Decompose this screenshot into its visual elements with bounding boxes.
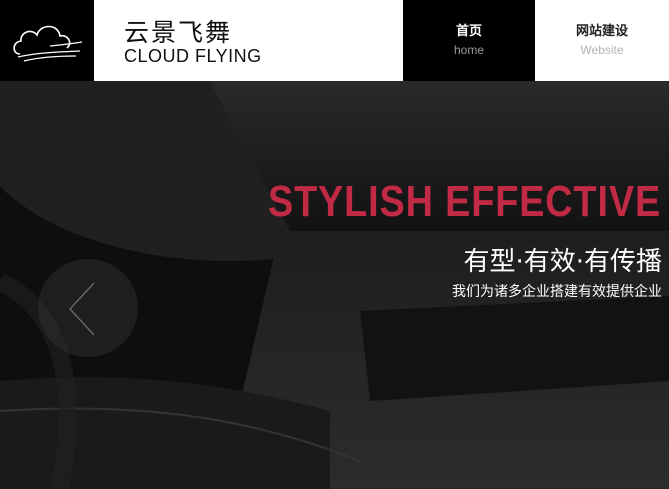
nav-website-label: 网站建设 — [575, 23, 628, 39]
cloud-logo-icon[interactable] — [0, 0, 94, 81]
previous-slide-button[interactable] — [38, 259, 138, 357]
banner-slogan: 有型·有效·有传播 — [463, 247, 662, 277]
nav-home-label: 首页 — [455, 23, 482, 39]
chevron-left-icon — [68, 282, 95, 336]
nav-item-home[interactable]: 首页 home — [403, 0, 535, 81]
logo-chinese-text: 云景飞舞 — [124, 18, 233, 47]
banner-headline: STYLISH EFFECTIVE — [267, 177, 661, 226]
nav-website-sublabel: Website — [580, 42, 624, 57]
logo-english-text: CLOUD FLYING — [124, 46, 262, 66]
logo-wordmark[interactable]: 云景飞舞 CLOUD FLYING — [94, 0, 403, 81]
banner-subtitle: 我们为诸多企业搭建有效提供企业 — [452, 284, 662, 300]
site-header: 云景飞舞 CLOUD FLYING 首页 home 网站建设 Website — [0, 0, 669, 81]
nav-item-website[interactable]: 网站建设 Website — [535, 0, 669, 81]
nav-home-sublabel: home — [453, 42, 485, 57]
hero-banner: STYLISH EFFECTIVE 有型·有效·有传播 我们为诸多企业搭建有效提… — [0, 81, 669, 489]
